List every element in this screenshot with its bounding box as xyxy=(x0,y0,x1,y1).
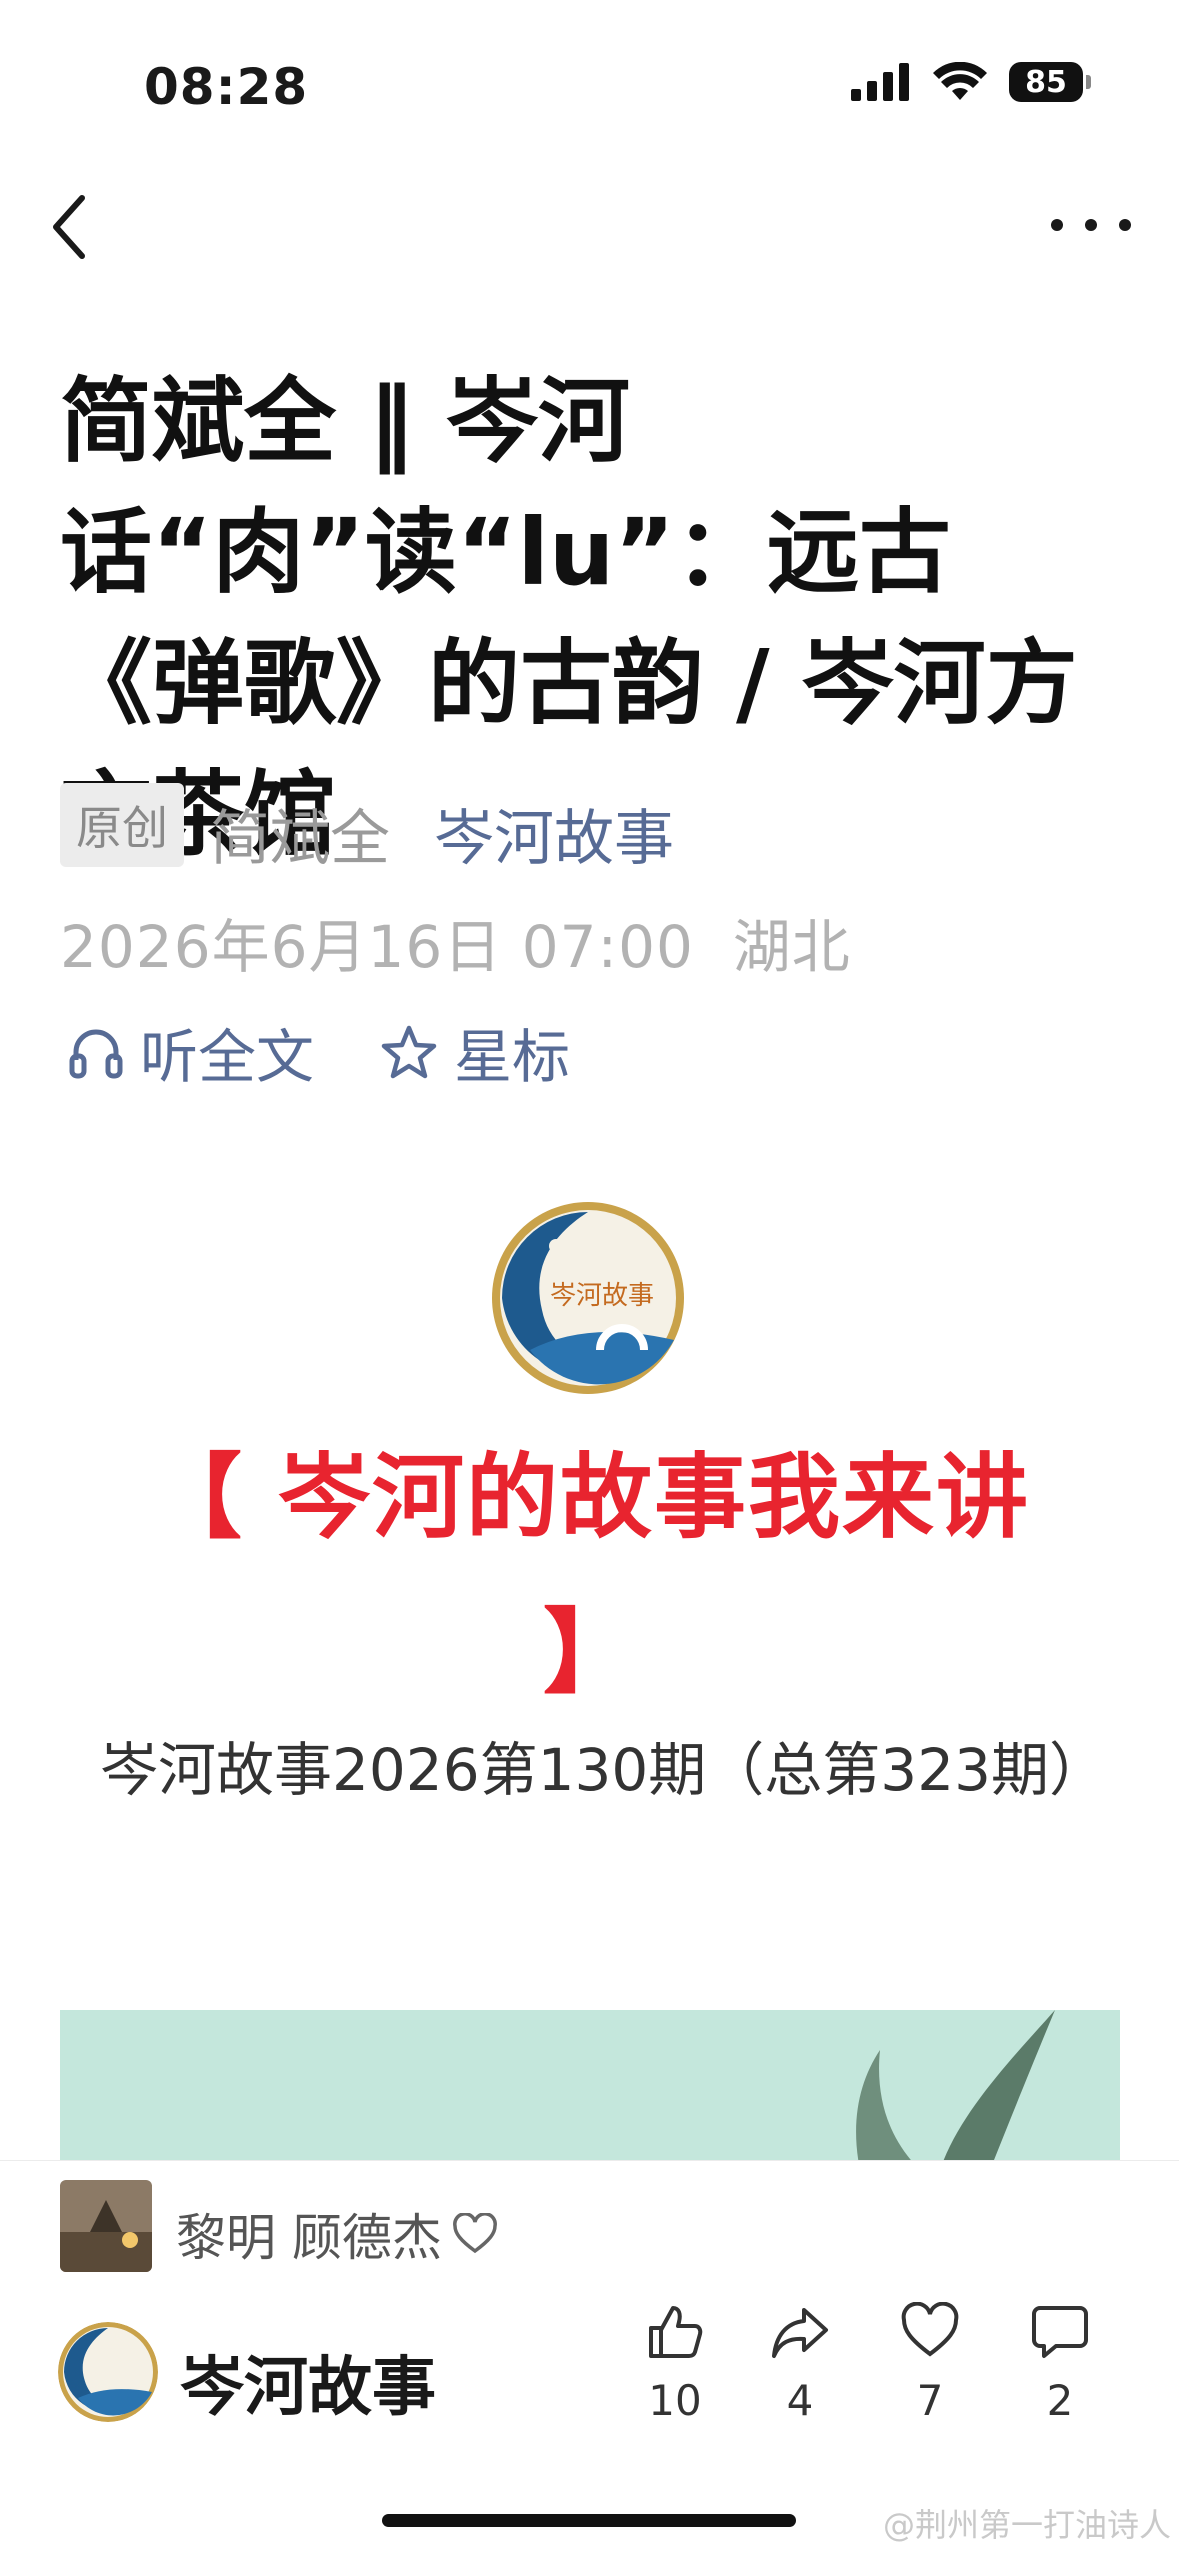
likers-names: 黎明 顾德杰 xyxy=(176,2209,442,2267)
publish-info: 2026年6月16日 07:00 湖北 xyxy=(60,900,851,984)
comment-button[interactable]: 2 xyxy=(1005,2302,1115,2425)
like-count: 10 xyxy=(648,2376,702,2425)
star-label: 星标 xyxy=(454,1023,571,1091)
section-heading: 【 岑河的故事我来讲 】 xyxy=(149,1444,1031,1706)
account-link[interactable]: 岑河故事 xyxy=(434,790,674,877)
status-time: 08:28 xyxy=(144,58,309,116)
share-count: 4 xyxy=(786,2376,814,2425)
battery-indicator: 85 xyxy=(1009,62,1091,102)
like-button[interactable]: 10 xyxy=(620,2302,730,2425)
liker-avatar[interactable] xyxy=(60,2180,152,2272)
account-name[interactable]: 岑河故事 xyxy=(180,2336,436,2428)
listen-label: 听全文 xyxy=(140,1023,315,1091)
comment-count: 2 xyxy=(1046,2376,1074,2425)
star-button[interactable]: 星标 xyxy=(380,1010,570,1094)
favorite-count: 7 xyxy=(916,2376,944,2425)
heart-outline-icon xyxy=(452,2213,497,2254)
listen-button[interactable]: 听全文 xyxy=(68,1010,314,1094)
headphones-icon xyxy=(69,1029,123,1079)
chevron-left-icon xyxy=(53,195,85,259)
home-indicator[interactable] xyxy=(382,2514,796,2527)
wifi-icon xyxy=(933,62,987,100)
status-icons: 85 xyxy=(851,62,1091,102)
publish-location: 湖北 xyxy=(732,913,851,981)
more-dot xyxy=(1119,219,1131,231)
issue-number: 岑河故事2026第130期（总第323期） xyxy=(100,1736,1108,1804)
account-logo: 岑河故事 xyxy=(490,1200,686,1396)
heart-icon xyxy=(901,2302,959,2357)
publish-date: 2026年6月16日 07:00 xyxy=(60,913,694,981)
original-badge: 原创 xyxy=(60,783,184,867)
back-button[interactable] xyxy=(48,192,108,262)
signal-icon xyxy=(851,63,909,101)
star-icon xyxy=(381,1025,437,1079)
share-button[interactable]: 4 xyxy=(745,2302,855,2425)
account-avatar[interactable] xyxy=(58,2322,158,2422)
comment-icon xyxy=(1032,2306,1088,2358)
svg-text:岑河故事: 岑河故事 xyxy=(550,1281,654,1310)
more-options-button[interactable] xyxy=(1051,200,1131,250)
share-icon xyxy=(772,2308,828,2358)
thumbs-up-icon xyxy=(649,2306,703,2358)
author-name: 简斌全 xyxy=(210,804,390,874)
more-dots-icon xyxy=(1051,219,1063,231)
likers-list[interactable]: 黎明 顾德杰 xyxy=(176,2198,498,2270)
cover-image xyxy=(60,2010,1120,2170)
favorite-button[interactable]: 7 xyxy=(875,2302,985,2425)
more-dot xyxy=(1085,219,1097,231)
watermark: @荆州第一打油诗人 xyxy=(882,2506,1171,2544)
